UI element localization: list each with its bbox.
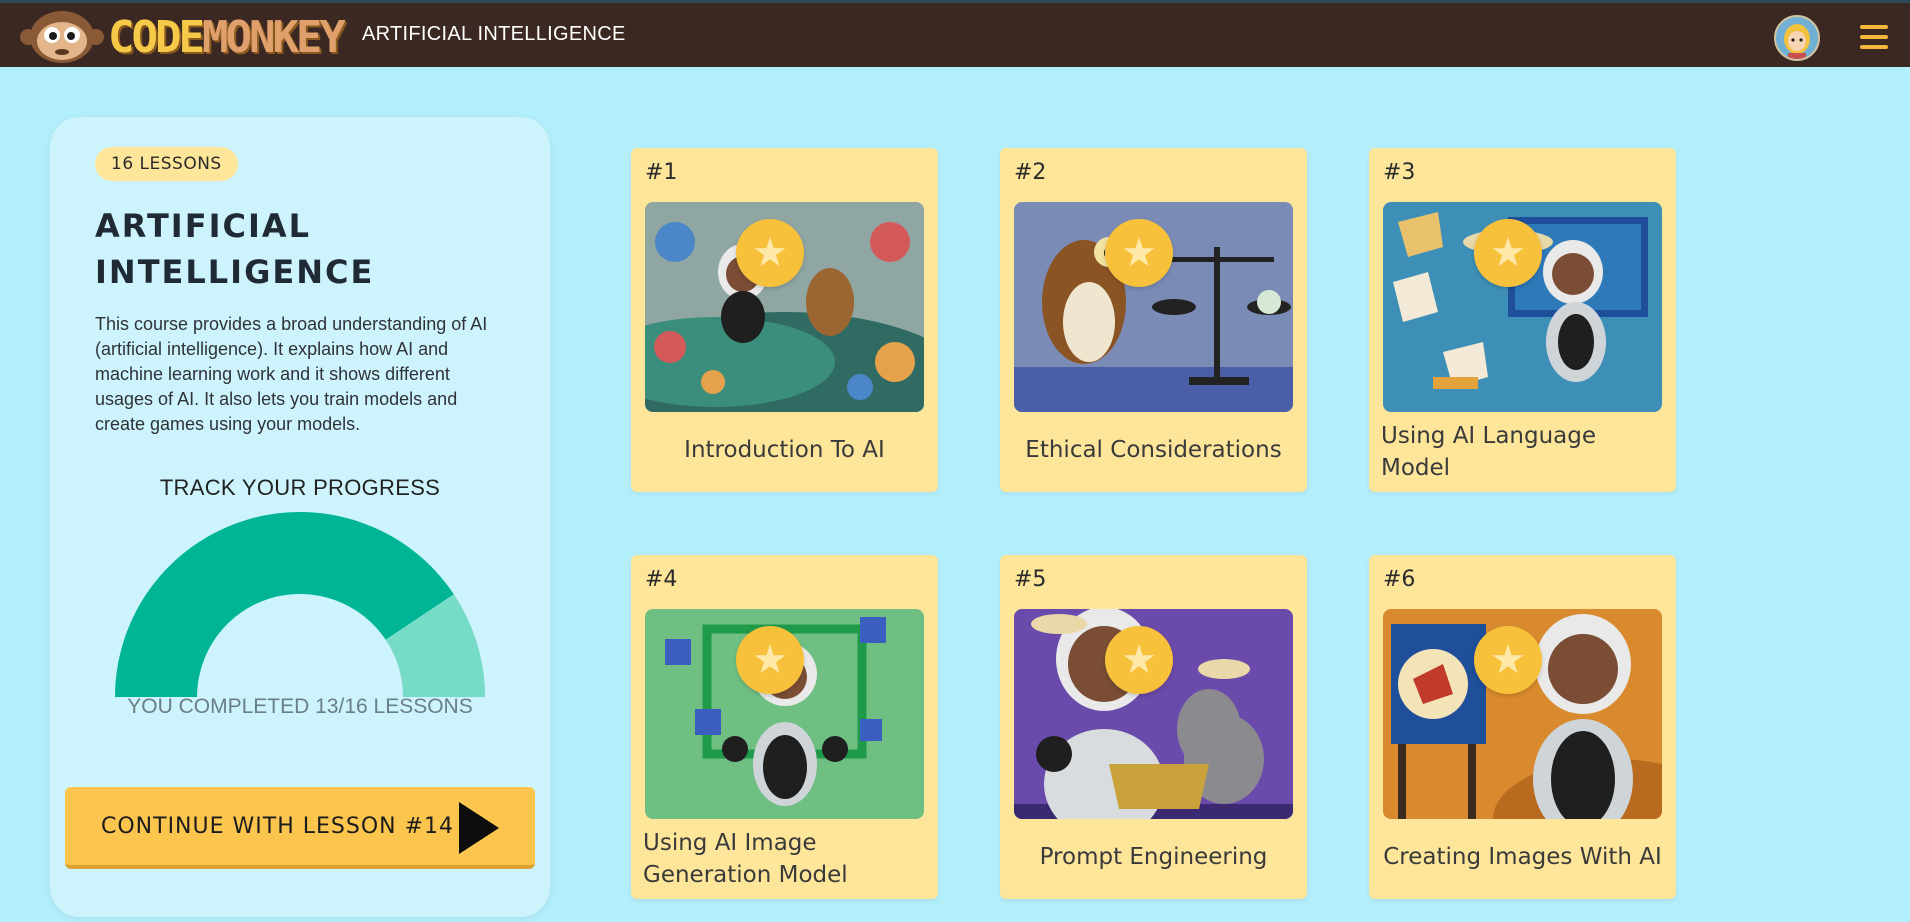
lesson-title: Introduction To AI (684, 437, 885, 463)
user-avatar[interactable] (1774, 15, 1820, 61)
page-title: ARTIFICIAL INTELLIGENCE (362, 23, 626, 45)
lessons-count-badge: 16 LESSONS (95, 147, 238, 181)
lesson-card-4[interactable]: #4 ★ Using AI Image Generation Model (631, 555, 938, 899)
lesson-card-5[interactable]: #5 ★ Prompt Engineering (1000, 555, 1307, 899)
codemonkey-logo[interactable]: CODEMONKEY (18, 9, 346, 65)
star-icon: ★ (736, 626, 804, 694)
continue-lesson-label: CONTINUE WITH LESSON #14 (101, 813, 455, 839)
lesson-number: #2 (1014, 160, 1047, 185)
continue-lesson-button[interactable]: CONTINUE WITH LESSON #14 (65, 787, 535, 869)
star-icon: ★ (1105, 219, 1173, 287)
lesson-number: #3 (1383, 160, 1416, 185)
progress-gauge (115, 511, 485, 697)
lesson-title: Using AI Language Model (1381, 423, 1597, 481)
logo-text-code: CODE (108, 11, 205, 63)
lesson-card-6[interactable]: #6 ★ Creating Images With AI (1369, 555, 1676, 899)
lesson-number: #4 (645, 567, 678, 592)
lesson-title: Creating Images With AI (1383, 844, 1662, 870)
logo-wordmark: CODEMONKEY (108, 11, 346, 63)
play-icon (459, 802, 499, 854)
star-icon: ★ (1474, 626, 1542, 694)
lesson-number: #6 (1383, 567, 1416, 592)
lesson-number: #5 (1014, 567, 1047, 592)
logo-text-monkey: MONKEY (201, 11, 346, 63)
star-icon: ★ (1105, 626, 1173, 694)
lesson-title: Prompt Engineering (1039, 844, 1268, 870)
lesson-card-1[interactable]: #1 ★ Introduction To AI (631, 148, 938, 492)
completed-lessons-text: YOU COMPLETED 13/16 LESSONS (127, 695, 473, 718)
monkey-face-icon (18, 9, 106, 65)
lesson-card-2[interactable]: #2 ★ Ethical Considerations (1000, 148, 1307, 492)
menu-icon[interactable] (1860, 23, 1888, 51)
course-info-panel: 16 LESSONS ARTIFICIAL INTELLIGENCE This … (50, 117, 550, 917)
star-icon: ★ (736, 219, 804, 287)
lesson-card-3[interactable]: #3 ★ Using AI Language Model (1369, 148, 1676, 492)
star-icon: ★ (1474, 219, 1542, 287)
lesson-title: Using AI Image Generation Model (643, 830, 848, 888)
course-title: ARTIFICIAL INTELLIGENCE (95, 207, 375, 291)
course-description: This course provides a broad understandi… (95, 314, 488, 434)
track-progress-title: TRACK YOUR PROGRESS (159, 475, 441, 500)
top-header: CODEMONKEY ARTIFICIAL INTELLIGENCE (0, 0, 1910, 67)
lesson-title: Ethical Considerations (1025, 437, 1282, 463)
lesson-number: #1 (645, 160, 678, 185)
